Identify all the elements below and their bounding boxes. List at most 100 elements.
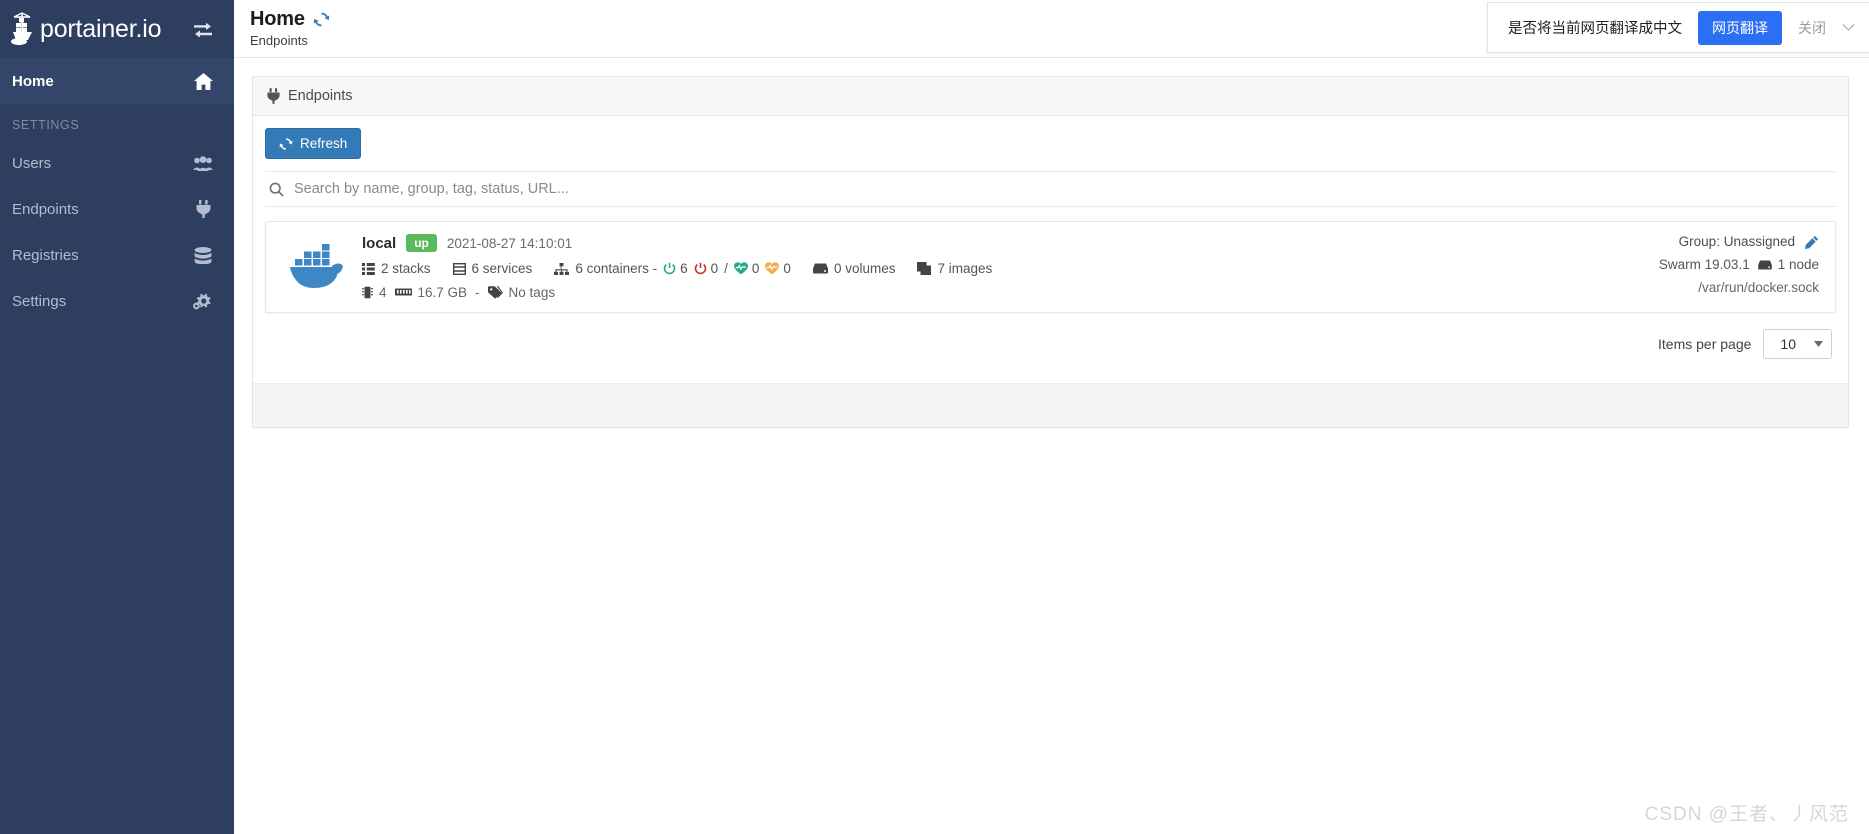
stat-services-label: 6 services — [471, 261, 533, 276]
brand-logo[interactable]: portainer.io — [10, 12, 184, 46]
endpoint-group-label: Group: Unassigned — [1678, 234, 1795, 249]
search-icon — [267, 182, 284, 197]
stat-cpu-label: 4 — [379, 285, 387, 300]
sidebar-item-users[interactable]: Users — [0, 140, 234, 186]
stat-volumes: 0 volumes — [812, 261, 896, 276]
translate-page-button[interactable]: 网页翻译 — [1698, 10, 1782, 45]
page-title: Home — [250, 8, 305, 30]
translate-message: 是否将当前网页翻译成中文 — [1508, 21, 1682, 37]
containers-unhealthy-count: 0 — [783, 261, 791, 276]
endpoint-resources-row: 4 16.7 GB - No tags — [362, 285, 1551, 300]
docker-whale-icon — [280, 234, 354, 300]
hdd-icon — [812, 263, 828, 274]
containers-stopped: 0 — [694, 261, 719, 276]
users-icon — [192, 155, 214, 171]
refresh-button[interactable]: Refresh — [265, 128, 362, 159]
sitemap-icon — [554, 262, 570, 275]
endpoint-url: /var/run/docker.sock — [1698, 280, 1819, 295]
stat-memory-label: 16.7 GB — [417, 285, 468, 300]
sidebar-item-label: Registries — [12, 246, 79, 264]
containers-healthy-count: 0 — [751, 261, 760, 276]
stat-cpu: 4 — [362, 285, 387, 300]
stat-tags: No tags — [487, 285, 555, 300]
gears-icon — [192, 292, 214, 310]
endpoints-panel: Endpoints Refresh Search by name, group,… — [252, 76, 1849, 428]
stat-containers-label: 6 containers - — [575, 261, 658, 276]
endpoint-nodes-label: 1 node — [1777, 257, 1819, 272]
endpoint-stats-row: 2 stacks 6 services 6 containers - 6 0 /… — [362, 261, 1551, 276]
content-area: Endpoints Refresh Search by name, group,… — [234, 58, 1869, 834]
caret-down-icon — [1814, 341, 1823, 347]
items-per-page-select[interactable]: 10 — [1763, 329, 1832, 359]
search-bar[interactable] — [265, 171, 1836, 207]
watermark: CSDN @王者、丿风范 — [1644, 804, 1849, 825]
sidebar-section-settings: SETTINGS — [12, 118, 80, 132]
sidebar-item-registries[interactable]: Registries — [0, 232, 234, 278]
plug-icon — [267, 88, 280, 104]
endpoint-card[interactable]: local up 2021-08-27 14:10:01 2 stacks 6 … — [265, 221, 1836, 313]
sidebar-item-label: Users — [12, 154, 52, 172]
sidebar-item-label: Endpoints — [12, 200, 79, 218]
stat-containers: 6 containers - 6 0 / 0 0 — [554, 261, 791, 276]
portainer-logo-icon — [10, 12, 40, 46]
status-badge: up — [406, 234, 437, 252]
exchange-arrows-icon[interactable] — [190, 18, 216, 40]
list-icon — [362, 262, 375, 275]
endpoint-info: local up 2021-08-27 14:10:01 2 stacks 6 … — [354, 234, 1551, 300]
sidebar-brand-row: portainer.io — [0, 0, 234, 58]
chevron-down-icon[interactable] — [1842, 23, 1855, 32]
endpoint-nodes: 1 node — [1757, 257, 1819, 272]
panel-header: Endpoints — [253, 77, 1848, 116]
database-icon — [192, 246, 214, 264]
plug-icon — [192, 200, 214, 218]
containers-running: 6 — [663, 261, 688, 276]
app-root: portainer.io Home SETTINGS Users Endpoin… — [0, 0, 1869, 834]
sidebar-item-endpoints[interactable]: Endpoints — [0, 186, 234, 232]
items-per-page-value: 10 — [1780, 336, 1796, 352]
refresh-icon — [279, 137, 293, 151]
sidebar-item-label: Home — [12, 72, 54, 90]
endpoint-group-row: Group: Unassigned — [1551, 234, 1819, 249]
endpoint-timestamp: 2021-08-27 14:10:01 — [446, 235, 573, 251]
stat-stacks: 2 stacks — [362, 261, 431, 276]
memory-icon — [394, 287, 412, 298]
stat-separator: / — [724, 261, 728, 276]
panel-title: Endpoints — [288, 88, 353, 104]
sidebar-item-settings[interactable]: Settings — [0, 278, 234, 324]
stat-images-label: 7 images — [937, 261, 993, 276]
microchip-icon — [362, 286, 373, 299]
pencil-icon[interactable] — [1805, 235, 1819, 249]
translate-close-button[interactable]: 关闭 — [1798, 18, 1826, 38]
panel-body: Refresh Search by name, group, tag, stat… — [253, 116, 1848, 383]
pagination-controls: Items per page 10 — [265, 313, 1836, 369]
refresh-icon[interactable] — [313, 11, 330, 28]
heartbeat-orange-icon — [765, 262, 780, 275]
clone-icon — [917, 262, 932, 275]
refresh-button-label: Refresh — [300, 136, 348, 151]
panel-footer — [253, 383, 1848, 427]
endpoint-swarm-version: Swarm 19.03.1 — [1658, 257, 1750, 272]
home-icon — [192, 72, 214, 90]
power-on-icon — [663, 262, 676, 275]
stat-stacks-label: 2 stacks — [381, 261, 431, 276]
tag-icon — [487, 286, 503, 299]
containers-stopped-count: 0 — [710, 261, 719, 276]
main-area: Home Endpoints 是否将当前网页翻译成中文 网页翻译 关闭 Endp… — [234, 0, 1869, 834]
resources-separator: - — [475, 285, 480, 300]
containers-running-count: 6 — [680, 261, 688, 276]
sidebar-item-label: Settings — [12, 292, 67, 310]
translate-prompt-bar: 是否将当前网页翻译成中文 网页翻译 关闭 — [1487, 2, 1869, 53]
heartbeat-green-icon — [733, 262, 748, 275]
endpoint-name: local — [362, 234, 397, 252]
sidebar: portainer.io Home SETTINGS Users Endpoin… — [0, 0, 234, 834]
containers-unhealthy: 0 — [765, 261, 791, 276]
server-icon — [452, 262, 466, 275]
endpoint-swarm-row: Swarm 19.03.1 1 node — [1551, 257, 1819, 272]
containers-healthy: 0 — [733, 261, 760, 276]
stat-volumes-label: 0 volumes — [833, 261, 896, 276]
brand-name: portainer.io — [40, 14, 162, 43]
stat-services: 6 services — [452, 261, 533, 276]
sidebar-item-home[interactable]: Home — [0, 58, 234, 104]
search-input[interactable] — [294, 181, 1834, 197]
stat-images: 7 images — [917, 261, 992, 276]
